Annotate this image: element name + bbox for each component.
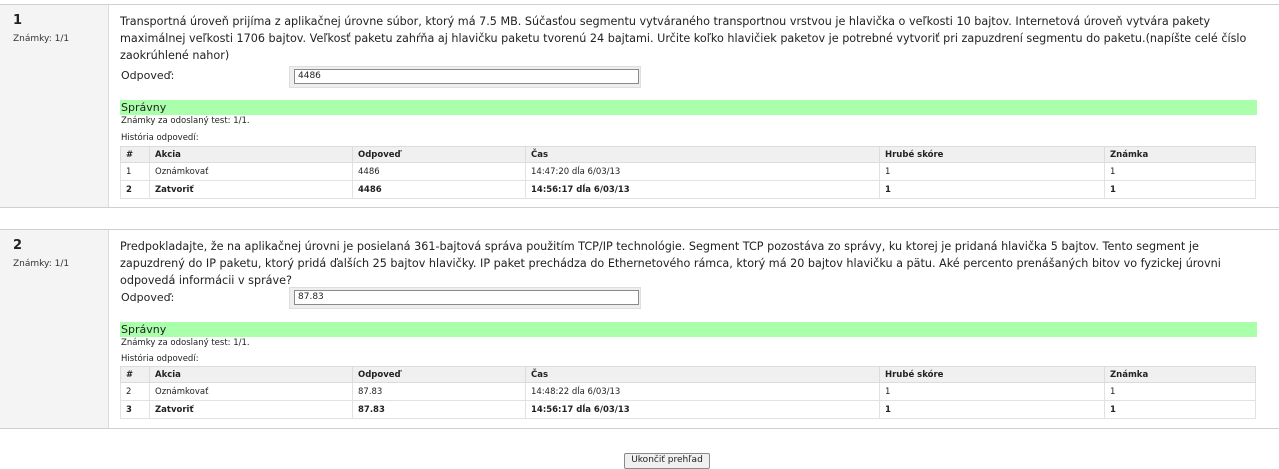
header-time: Čas	[525, 366, 880, 383]
row-grade: 1	[1104, 382, 1256, 401]
answer-label: Odpoveď:	[121, 69, 175, 82]
question-grade: Známky: 1/1	[13, 34, 70, 44]
header-num: #	[120, 146, 150, 163]
history-label: História odpovedí:	[121, 354, 199, 364]
header-answer: Odpoveď	[352, 146, 526, 163]
row-num: 2	[120, 180, 150, 199]
table-row: 3 Zatvoriť 87.83 14:56:17 dĺa 6/03/13 1 …	[120, 400, 1256, 419]
header-time: Čas	[525, 146, 880, 163]
row-answer: 87.83	[352, 400, 526, 419]
table-row: 2 Zatvoriť 4486 14:56:17 dĺa 6/03/13 1 1	[120, 180, 1256, 199]
row-num: 2	[120, 382, 150, 401]
question-number: 1	[13, 13, 23, 28]
header-grade: Známka	[1104, 366, 1256, 383]
row-num: 3	[120, 400, 150, 419]
question-2: 2 Známky: 1/1 Predpokladajte, že na apli…	[0, 229, 1279, 429]
history-table: # Akcia Odpoveď Čas Hrubé skóre Známka 1…	[120, 146, 1256, 199]
row-action: Oznámkovať	[149, 382, 353, 401]
answer-box: 4486	[289, 66, 641, 88]
answer-label: Odpoveď:	[121, 291, 175, 304]
question-number: 2	[13, 238, 23, 253]
question-grade: Známky: 1/1	[13, 259, 70, 269]
row-answer: 87.83	[352, 382, 526, 401]
row-action: Zatvoriť	[149, 180, 353, 199]
header-grade: Známka	[1104, 146, 1256, 163]
header-raw-score: Hrubé skóre	[879, 366, 1105, 383]
question-info: 1 Známky: 1/1	[13, 13, 103, 44]
header-action: Akcia	[149, 366, 353, 383]
history-header-row: # Akcia Odpoveď Čas Hrubé skóre Známka	[120, 146, 1256, 163]
row-time: 14:56:17 dĺa 6/03/13	[525, 180, 880, 199]
header-num: #	[120, 366, 150, 383]
header-answer: Odpoveď	[352, 366, 526, 383]
question-content: Predpokladajte, že na aplikačnej úrovni …	[108, 230, 1279, 428]
row-time: 14:48:22 dĺa 6/03/13	[525, 382, 880, 401]
history-label: História odpovedí:	[121, 133, 199, 143]
row-raw-score: 1	[879, 162, 1105, 181]
row-action: Zatvoriť	[149, 400, 353, 419]
answer-input[interactable]: 87.83	[294, 290, 639, 305]
question-text: Transportná úroveň prijíma z aplikačnej …	[120, 15, 1247, 62]
row-answer: 4486	[352, 180, 526, 199]
answer-box: 87.83	[289, 287, 641, 309]
row-grade: 1	[1104, 162, 1256, 181]
question-text: Predpokladajte, že na aplikačnej úrovni …	[120, 240, 1221, 287]
question-1: 1 Známky: 1/1 Transportná úroveň prijíma…	[0, 4, 1279, 208]
feedback-correct: Správny	[120, 322, 1257, 337]
row-raw-score: 1	[879, 400, 1105, 419]
table-row: 2 Oznámkovať 87.83 14:48:22 dĺa 6/03/13 …	[120, 382, 1256, 401]
history-header-row: # Akcia Odpoveď Čas Hrubé skóre Známka	[120, 366, 1256, 383]
question-info: 2 Známky: 1/1	[13, 238, 103, 269]
answer-input[interactable]: 4486	[294, 69, 639, 84]
question-content: Transportná úroveň prijíma z aplikačnej …	[108, 5, 1279, 207]
row-answer: 4486	[352, 162, 526, 181]
header-raw-score: Hrubé skóre	[879, 146, 1105, 163]
table-row: 1 Oznámkovať 4486 14:47:20 dĺa 6/03/13 1…	[120, 162, 1256, 181]
row-num: 1	[120, 162, 150, 181]
row-grade: 1	[1104, 400, 1256, 419]
row-action: Oznámkovať	[149, 162, 353, 181]
row-time: 14:47:20 dĺa 6/03/13	[525, 162, 880, 181]
marks-submitted: Známky za odoslaný test: 1/1.	[121, 338, 250, 348]
marks-submitted: Známky za odoslaný test: 1/1.	[121, 116, 250, 126]
row-raw-score: 1	[879, 382, 1105, 401]
row-grade: 1	[1104, 180, 1256, 199]
history-table: # Akcia Odpoveď Čas Hrubé skóre Známka 2…	[120, 366, 1256, 419]
header-action: Akcia	[149, 146, 353, 163]
row-time: 14:56:17 dĺa 6/03/13	[525, 400, 880, 419]
row-raw-score: 1	[879, 180, 1105, 199]
feedback-correct: Správny	[120, 100, 1257, 115]
finish-review-button[interactable]: Ukončiť prehľad	[624, 453, 710, 469]
